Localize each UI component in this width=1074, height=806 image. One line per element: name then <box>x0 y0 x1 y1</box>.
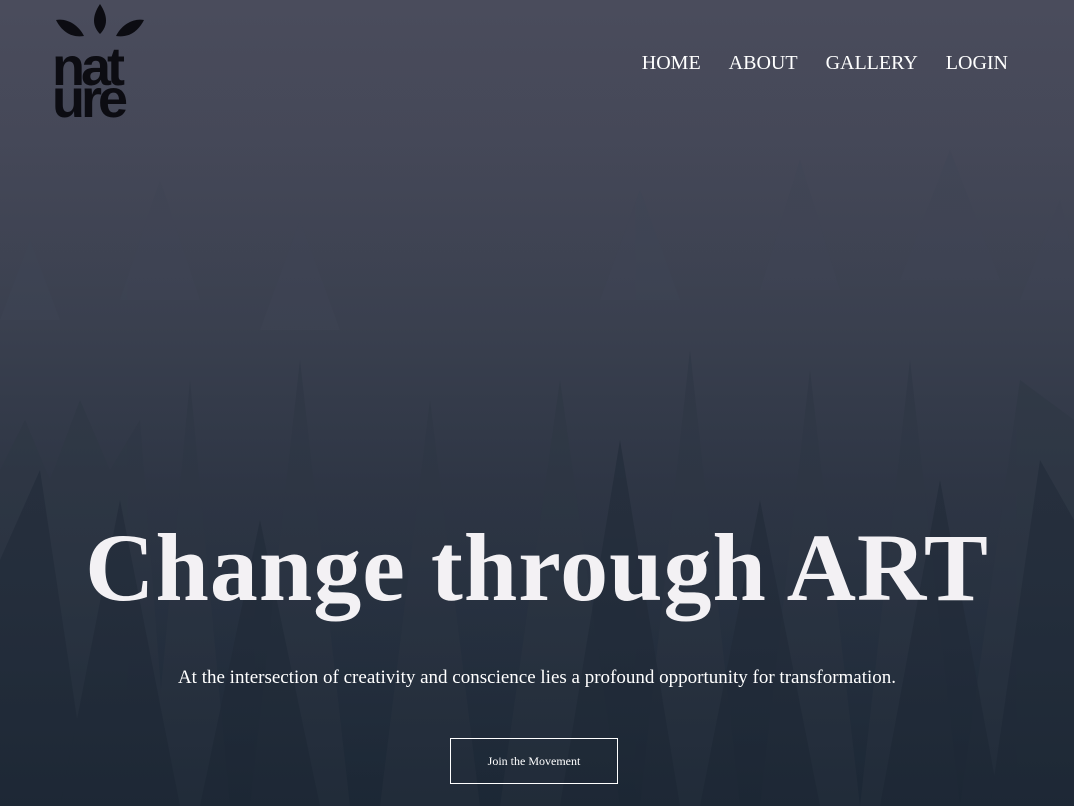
nav-login[interactable]: LOGIN <box>946 52 1008 75</box>
hero-section: nat ure HOME ABOUT GALLERY LOGIN Change … <box>0 0 1074 806</box>
nav-home[interactable]: HOME <box>642 52 701 75</box>
nature-logo[interactable]: nat ure <box>52 2 198 126</box>
hero-headline: Change through ART <box>85 514 989 621</box>
hero-subtitle: At the intersection of creativity and co… <box>177 667 897 688</box>
nav-about[interactable]: ABOUT <box>729 52 798 75</box>
main-nav: HOME ABOUT GALLERY LOGIN <box>642 52 1008 75</box>
nav-gallery[interactable]: GALLERY <box>826 52 918 75</box>
logo-text-bottom: ure <box>52 69 128 129</box>
join-movement-button[interactable]: Join the Movement <box>450 738 618 784</box>
